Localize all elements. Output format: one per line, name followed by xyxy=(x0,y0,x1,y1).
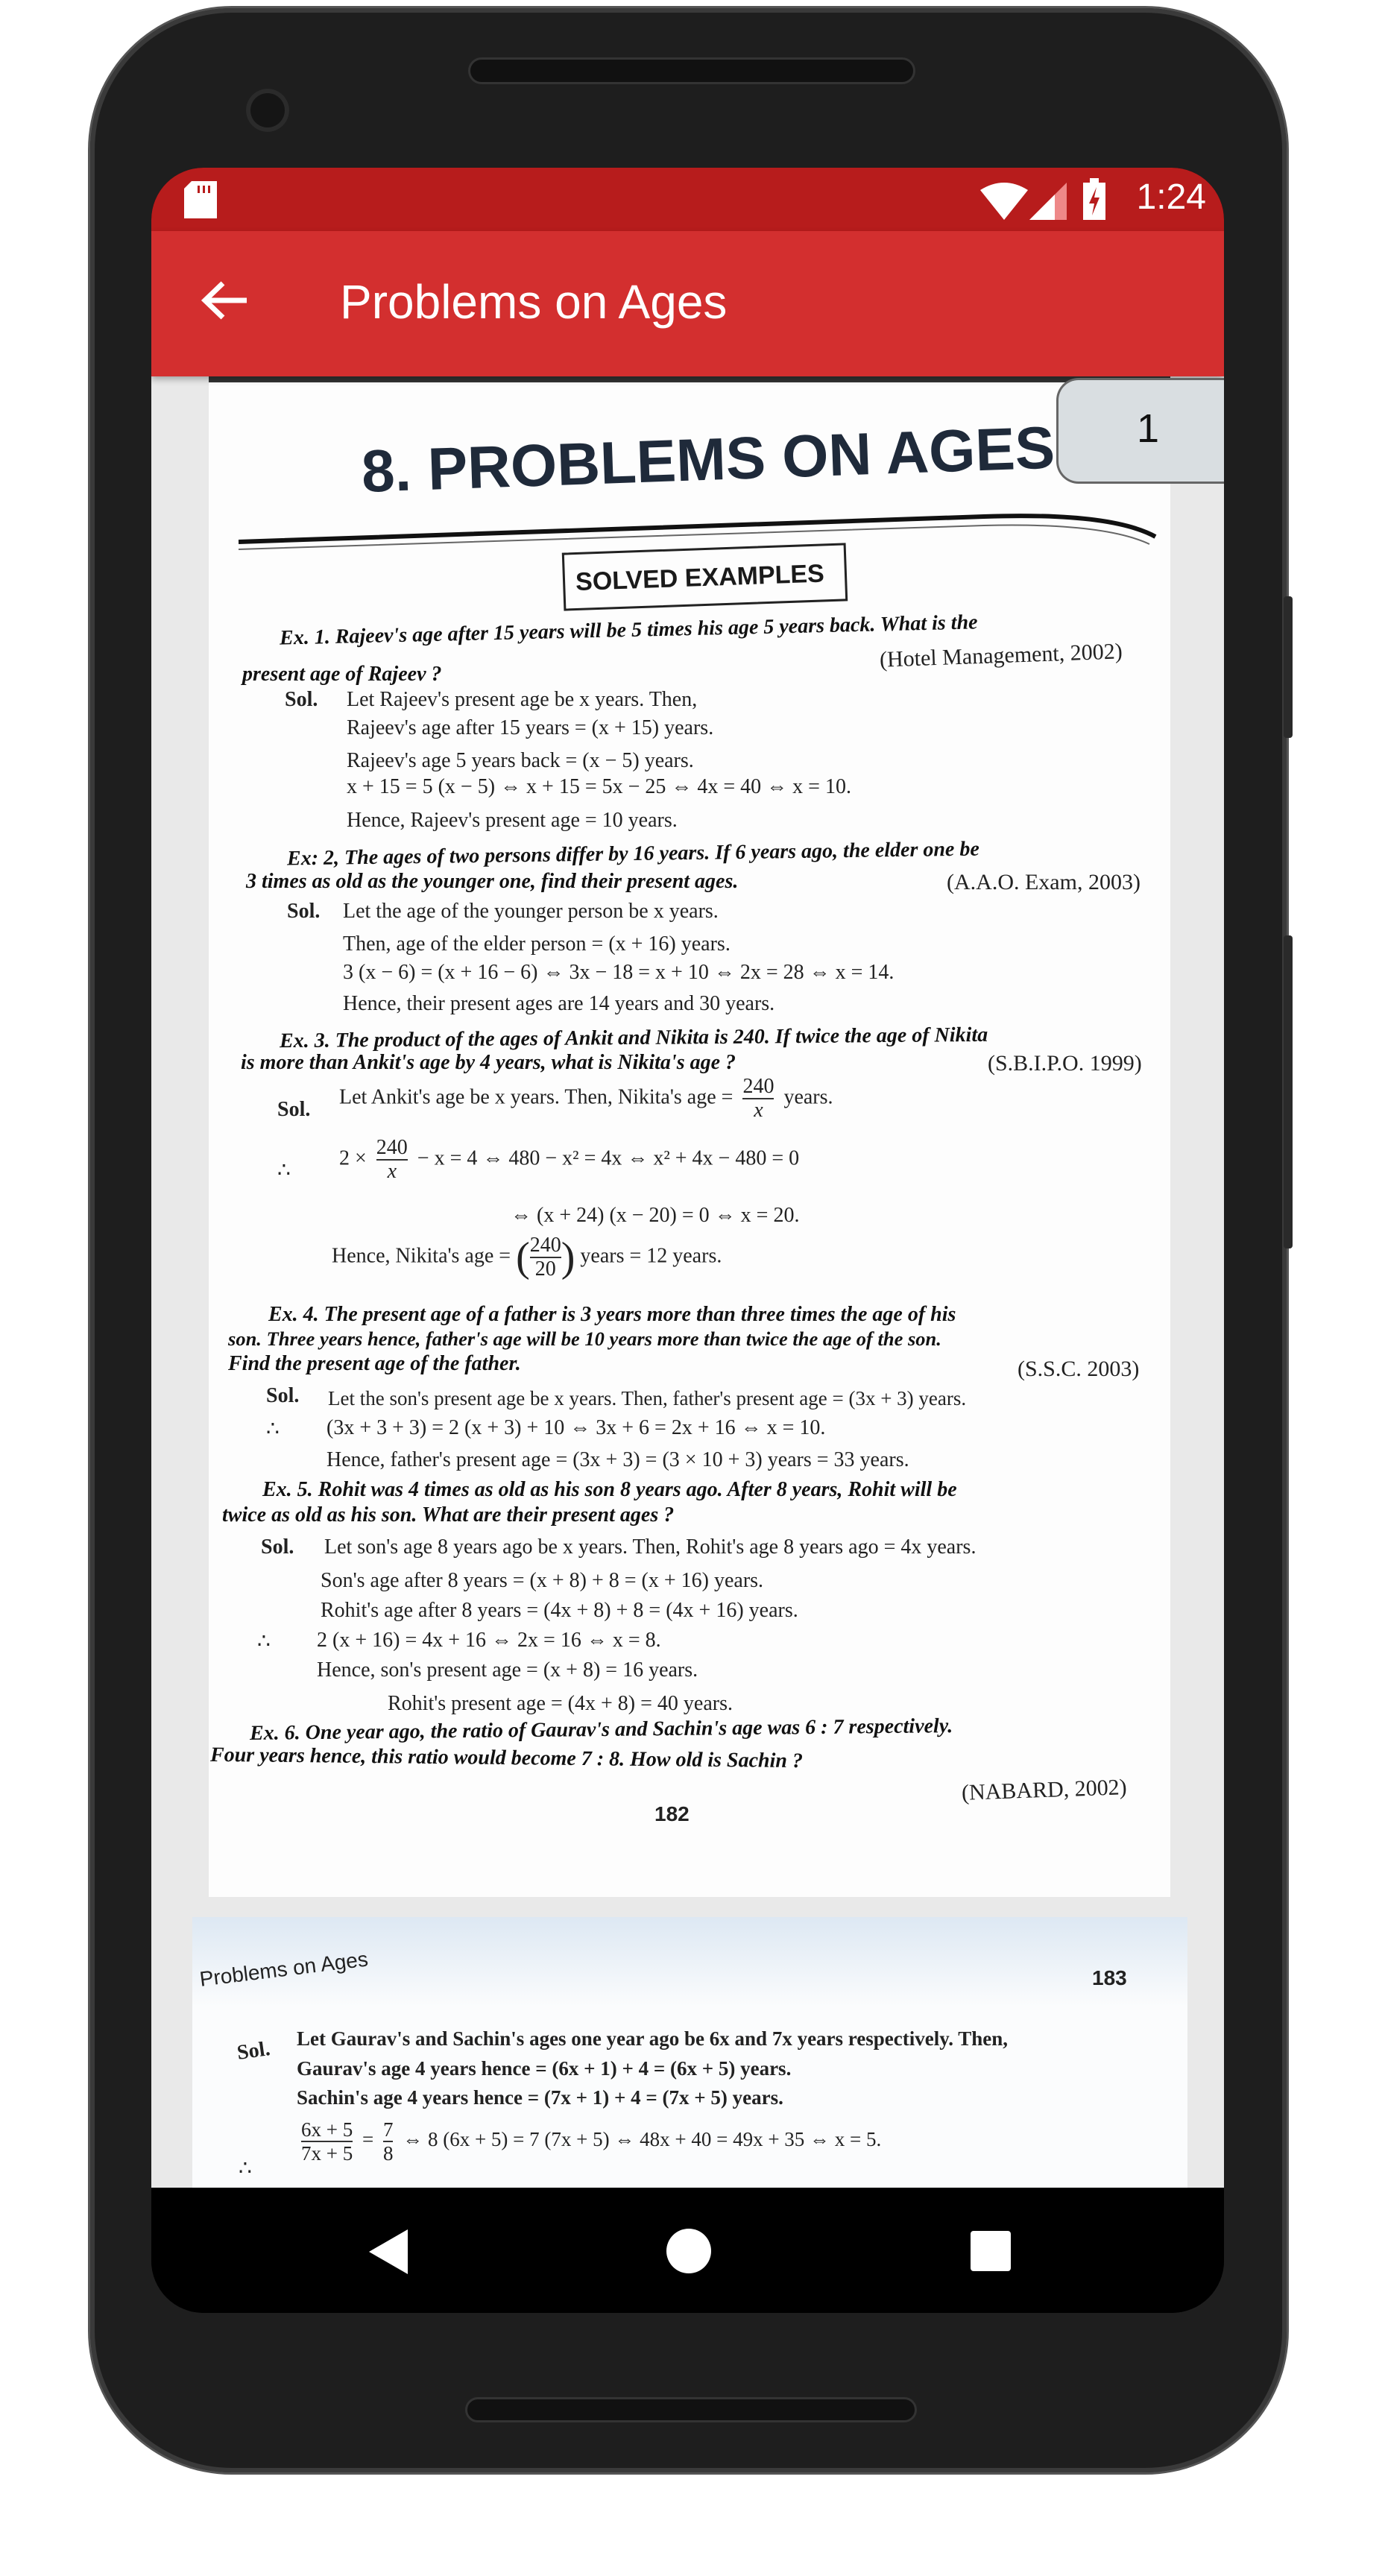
navigation-bar xyxy=(151,2188,1224,2313)
solution-line: Hence, father's present age = (3x + 3) =… xyxy=(326,1448,909,1471)
solution-line: 2 (x + 16) = 4x + 16 ⇔ 2x = 16 ⇔ x = 8. xyxy=(317,1629,661,1652)
example-4-question-cont: son. Three years hence, father's age wil… xyxy=(228,1328,941,1350)
solution-label: Sol. xyxy=(235,2037,272,2065)
example-3-source: (S.B.I.P.O. 1999) xyxy=(988,1051,1142,1076)
wifi-icon xyxy=(980,183,1028,220)
fraction: 240 x xyxy=(376,1136,408,1183)
solution-line: Rohit's age after 8 years = (4x + 8) + 8… xyxy=(321,1599,798,1622)
therefore-symbol: ∴ xyxy=(239,2157,252,2180)
screen: 1:24 Problems on Ages 1 8. PROBLEMS ON A… xyxy=(151,168,1224,2313)
example-1-question: Ex. 1. Rajeev's age after 15 years will … xyxy=(279,610,978,650)
document-viewer[interactable]: 1 8. PROBLEMS ON AGES SOLVED EXAMPLES Ex… xyxy=(151,376,1224,2188)
example-4-question: Ex. 4. The present age of a father is 3 … xyxy=(268,1303,956,1326)
example-5-question-cont: twice as old as his son. What are their … xyxy=(222,1503,675,1527)
example-2-source: (A.A.O. Exam, 2003) xyxy=(947,870,1141,894)
example-1-question-cont: present age of Rajeev ? xyxy=(242,663,442,686)
solution-label: Sol. xyxy=(277,1098,311,1121)
signal-icon xyxy=(1029,183,1067,220)
solution-line: 2 × 240 x − x = 4 ⇔ 480 − x² = 4x ⇔ x² + … xyxy=(339,1136,800,1183)
app-bar: Problems on Ages xyxy=(151,231,1224,376)
arrow-left-icon[interactable] xyxy=(201,276,250,325)
solution-line: x + 15 = 5 (x − 5) ⇔ x + 15 = 5x − 25 ⇔ … xyxy=(347,775,851,798)
bottom-speaker xyxy=(465,2397,917,2422)
clock: 1:24 xyxy=(1136,177,1206,217)
solution-line: Let Ankit's age be x years. Then, Nikita… xyxy=(339,1075,833,1122)
solution-line: Let Gaurav's and Sachin's ages one year … xyxy=(297,2027,1009,2050)
solution-line: Hence, Nikita's age = (240 20) years = 12… xyxy=(332,1234,722,1281)
status-bar: 1:24 xyxy=(151,168,1224,231)
home-circle-icon[interactable] xyxy=(666,2228,712,2274)
solution-line: Hence, son's present age = (x + 8) = 16 … xyxy=(317,1658,698,1682)
solution-line: Gaurav's age 4 years hence = (6x + 1) + … xyxy=(297,2057,792,2080)
power-button xyxy=(1284,935,1293,1248)
back-triangle-icon[interactable] xyxy=(367,2229,409,2274)
therefore-symbol: ∴ xyxy=(266,1418,280,1441)
example-5-question: Ex. 5. Rohit was 4 times as old as his s… xyxy=(262,1478,957,1501)
example-6-source: (NABARD, 2002) xyxy=(961,1775,1128,1805)
fraction: 78 xyxy=(382,2118,394,2165)
front-camera xyxy=(246,89,289,132)
solution-line: 3 (x − 6) = (x + 16 − 6) ⇔ 3x − 18 = x +… xyxy=(343,961,895,984)
solution-label: Sol. xyxy=(287,900,321,923)
solution-line: Let Rajeev's present age be x years. The… xyxy=(347,688,698,711)
battery-charging-icon xyxy=(1083,178,1105,220)
solution-label: Sol. xyxy=(285,688,318,711)
solution-line: Then, age of the elder person = (x + 16)… xyxy=(343,932,731,956)
fraction: 6x + 5 7x + 5 xyxy=(301,2118,353,2165)
solution-label: Sol. xyxy=(266,1384,300,1407)
solution-line: 6x + 5 7x + 5 = 78 ⇔ 8 (6x + 5) = 7 (7x +… xyxy=(301,2118,882,2165)
solution-line: Let the age of the younger person be x y… xyxy=(343,900,719,923)
solution-line: Rajeev's age 5 years back = (x − 5) year… xyxy=(347,749,694,772)
earpiece-speaker xyxy=(468,57,915,84)
example-2-question-cont: 3 times as old as the younger one, find … xyxy=(246,870,739,893)
example-6-question-cont: Four years hence, this ratio would becom… xyxy=(209,1743,804,1773)
page-top-edge xyxy=(209,376,1170,382)
page-number: 182 xyxy=(654,1802,690,1825)
document-page-183: Problems on Ages 183 Sol. Let Gaurav's a… xyxy=(192,1917,1187,2188)
fraction: 240 x xyxy=(742,1075,774,1122)
example-6-question: Ex. 6. One year ago, the ratio of Gaurav… xyxy=(249,1714,953,1745)
page-indicator-value: 1 xyxy=(1136,406,1160,451)
document-page-182: 8. PROBLEMS ON AGES SOLVED EXAMPLES Ex. … xyxy=(209,376,1170,1897)
solution-line: Hence, their present ages are 14 years a… xyxy=(343,992,775,1015)
solution-line: Rajeev's age after 15 years = (x + 15) y… xyxy=(347,716,714,739)
example-4-source: (S.S.C. 2003) xyxy=(1018,1357,1140,1381)
solution-line: Rohit's present age = (4x + 8) = 40 year… xyxy=(388,1692,733,1715)
example-1-source: (Hotel Management, 2002) xyxy=(879,639,1123,672)
example-3-question: Ex. 3. The product of the ages of Ankit … xyxy=(279,1023,988,1053)
page-title: Problems on Ages xyxy=(340,275,728,329)
recents-square-icon[interactable] xyxy=(971,2231,1011,2271)
page-indicator: 1 xyxy=(1056,378,1224,484)
therefore-symbol: ∴ xyxy=(277,1159,291,1182)
solution-line: Sachin's age 4 years hence = (7x + 1) + … xyxy=(297,2086,783,2109)
solution-line: Hence, Rajeev's present age = 10 years. xyxy=(347,809,678,832)
solution-line: Let the son's present age be x years. Th… xyxy=(328,1387,967,1409)
solution-line: Let son's age 8 years ago be x years. Th… xyxy=(324,1535,977,1559)
solution-label: Sol. xyxy=(261,1535,294,1559)
chapter-title: 8. PROBLEMS ON AGES xyxy=(360,414,1056,505)
solution-line: (3x + 3 + 3) = 2 (x + 3) + 10 ⇔ 3x + 6 =… xyxy=(326,1416,826,1439)
page-number: 183 xyxy=(1092,1966,1127,1989)
therefore-symbol: ∴ xyxy=(257,1630,271,1653)
running-header: Problems on Ages xyxy=(198,1947,370,1991)
sd-card-icon xyxy=(184,181,217,218)
volume-button xyxy=(1284,596,1293,738)
solution-line: Son's age after 8 years = (x + 8) + 8 = … xyxy=(321,1569,764,1592)
solution-line: ⇔ (x + 24) (x − 20) = 0 ⇔ x = 20. xyxy=(511,1204,800,1227)
example-3-question-cont: is more than Ankit's age by 4 years, wha… xyxy=(241,1051,736,1074)
example-2-question: Ex: 2, The ages of two persons differ by… xyxy=(286,837,979,871)
section-heading: SOLVED EXAMPLES xyxy=(561,543,848,611)
example-4-question-cont: Find the present age of the father. xyxy=(228,1352,521,1375)
fraction: 240 20 xyxy=(529,1234,561,1281)
